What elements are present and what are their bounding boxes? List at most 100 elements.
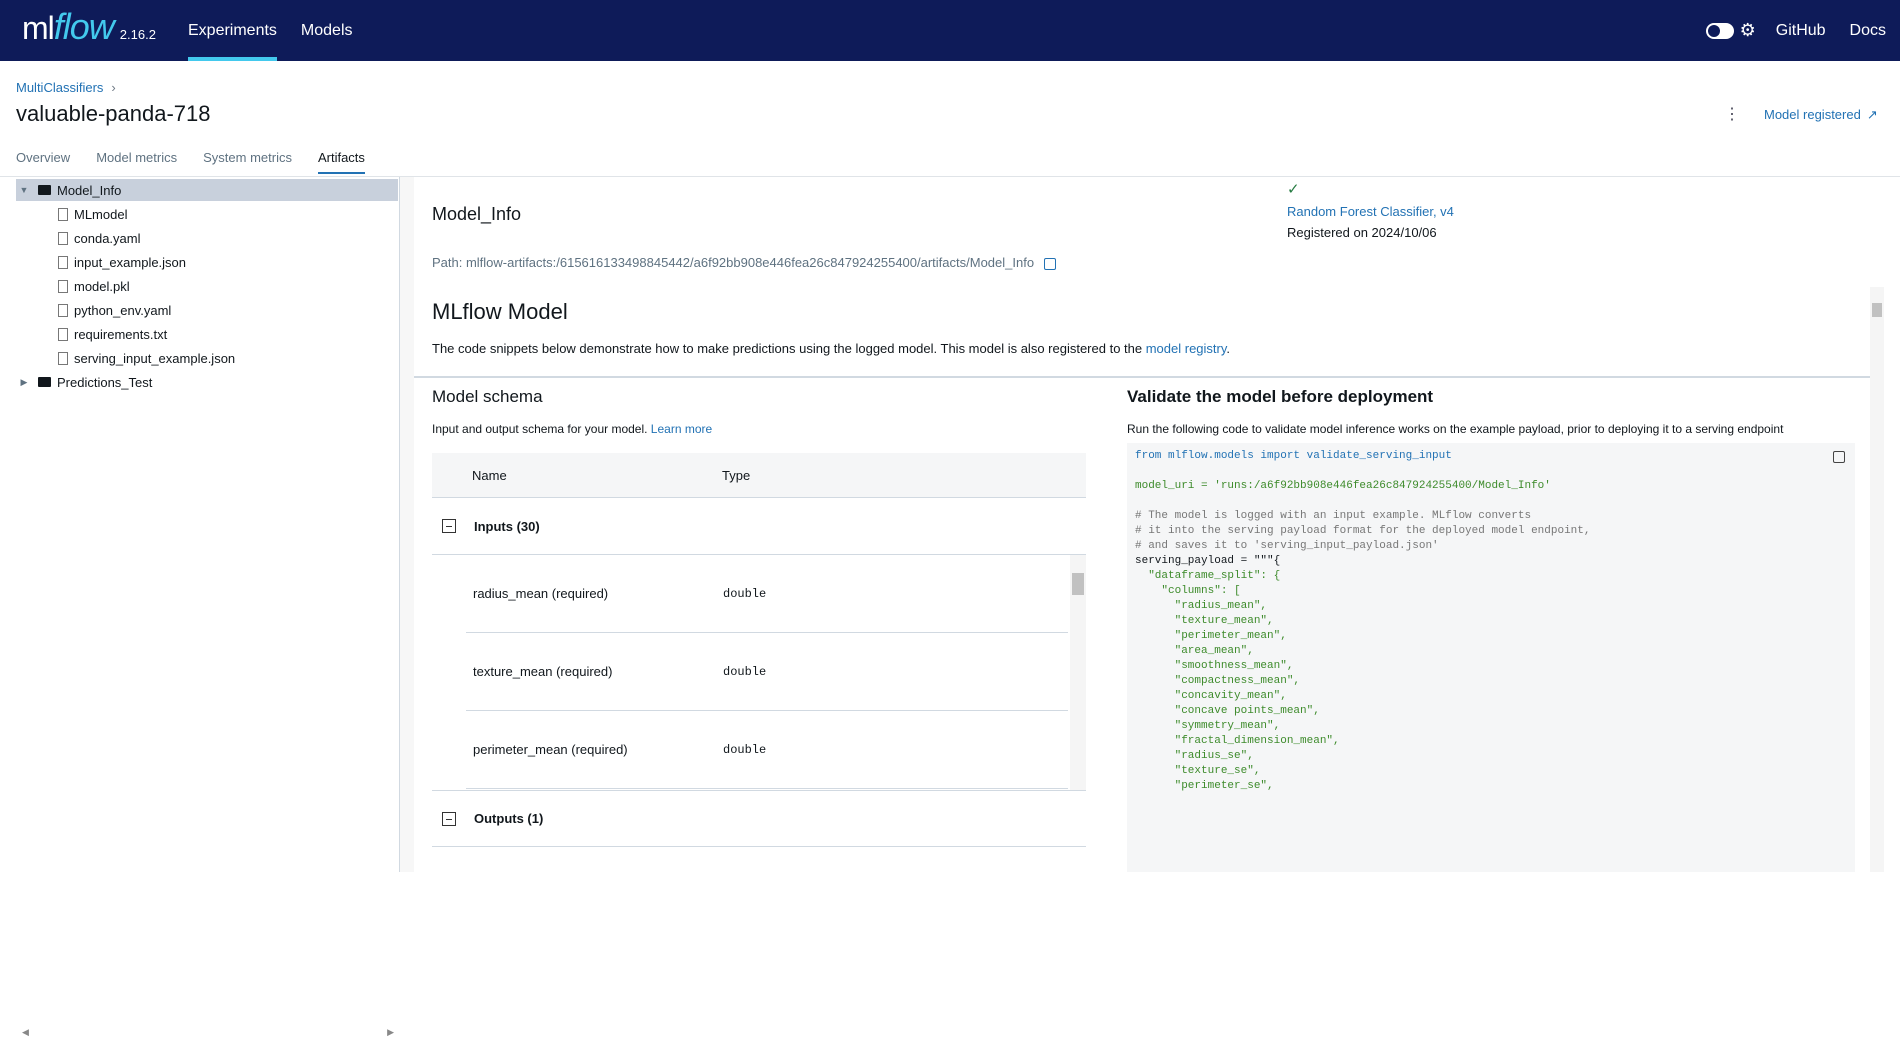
desc-text: The code snippets below demonstrate how … (432, 341, 1146, 356)
dark-mode-toggle[interactable] (1705, 22, 1734, 39)
code-line: "fractal_dimension_mean", (1135, 735, 1340, 747)
scrollbar-thumb[interactable] (1072, 573, 1084, 595)
mlflow-logo[interactable]: ml flow 2.16.2 (22, 6, 156, 48)
main-nav: Experiments Models (188, 0, 377, 61)
folder-icon (38, 185, 51, 195)
tab-system-metrics[interactable]: System metrics (203, 150, 292, 174)
code-line: "perimeter_se", (1135, 780, 1274, 792)
content-scrollbar[interactable] (1870, 287, 1884, 872)
artifact-title: Model_Info (432, 204, 522, 224)
learn-more-link[interactable]: Learn more (651, 422, 712, 436)
page-title: valuable-panda-718 (16, 101, 211, 126)
external-link-icon: ↗ (1866, 107, 1878, 122)
validate-heading: Validate the model before deployment (1127, 387, 1434, 406)
file-icon (58, 231, 68, 245)
inputs-group[interactable]: Inputs (30) (432, 498, 1086, 555)
input-name: perimeter_mean (required) (473, 742, 628, 757)
inputs-scrollbar[interactable] (1070, 555, 1086, 790)
registered-model-link[interactable]: Random Forest Classifier, v4 (1287, 204, 1454, 219)
folder-icon (38, 377, 51, 387)
collapse-icon[interactable] (442, 519, 456, 533)
artifact-view: Model_Info Path: mlflow-artifacts:/61561… (414, 177, 1900, 872)
tab-artifacts[interactable]: Artifacts (317, 150, 365, 174)
tree-folder-model-info[interactable]: ▼ Model_Info (16, 179, 398, 201)
code-line: "dataframe_split": { (1135, 570, 1281, 582)
file-icon (58, 279, 68, 293)
tree-label: conda.yaml (74, 230, 141, 246)
model-registered-link[interactable]: Model registered ↗ (1764, 107, 1878, 123)
caret-down-icon[interactable]: ▼ (16, 185, 32, 195)
tree-label: input_example.json (74, 254, 187, 270)
docs-link[interactable]: Docs (1850, 0, 1886, 61)
copy-icon[interactable] (1044, 257, 1057, 270)
tree-label: Predictions_Test (57, 374, 153, 390)
code-line: # The model is logged with an input exam… (1135, 510, 1532, 522)
mlflow-model-heading: MLflow Model (432, 299, 568, 324)
schema-table: Name Type Inputs (30) radius_mean (requi… (432, 453, 1086, 847)
tree-label: requirements.txt (74, 326, 168, 342)
code-line: "radius_se", (1135, 750, 1254, 762)
right-nav: ⚙ GitHub Docs (1705, 0, 1886, 61)
scrollbar-thumb[interactable] (1872, 303, 1882, 317)
mlflow-model-description: The code snippets below demonstrate how … (432, 341, 1230, 356)
logo-ml: ml (22, 10, 55, 46)
table-row: texture_mean (required) double (466, 633, 1068, 711)
more-vertical-icon[interactable]: ⋮ (1724, 104, 1740, 124)
model-schema-description: Input and output schema for your model. … (432, 422, 712, 436)
code-line: "concave points_mean", (1135, 705, 1320, 717)
table-row: radius_mean (required) double (466, 555, 1068, 633)
code-line: "texture_se", (1135, 765, 1261, 777)
tab-model-metrics[interactable]: Model metrics (96, 150, 177, 174)
copy-icon[interactable] (1833, 451, 1845, 463)
settings-gear-icon[interactable]: ⚙ (1740, 20, 1756, 41)
code-line: "concavity_mean", (1135, 690, 1287, 702)
code-snippet: from mlflow.models import validate_servi… (1127, 443, 1855, 872)
tree-folder-predictions-test[interactable]: ▶ Predictions_Test (16, 371, 153, 393)
input-type: double (723, 664, 767, 679)
model-registry-link[interactable]: model registry (1146, 341, 1227, 356)
tree-file[interactable]: model.pkl (58, 275, 130, 297)
tree-file[interactable]: serving_input_example.json (58, 347, 235, 369)
inputs-label: Inputs (30) (474, 518, 540, 534)
caret-right-icon[interactable]: ▶ (16, 377, 32, 388)
model-schema-heading: Model schema (432, 387, 543, 406)
schema-desc-text: Input and output schema for your model. (432, 422, 651, 436)
breadcrumb-experiment[interactable]: MultiClassifiers (16, 80, 103, 95)
validate-description: Run the following code to validate model… (1127, 422, 1784, 436)
code-line: "area_mean", (1135, 645, 1254, 657)
artifact-tree: ▼ Model_Info MLmodel conda.yaml input_exa… (0, 177, 400, 1037)
tree-label: MLmodel (74, 206, 128, 222)
tree-file[interactable]: python_env.yaml (58, 299, 171, 321)
tab-overview[interactable]: Overview (16, 150, 70, 174)
code-line: "smoothness_mean", (1135, 660, 1294, 672)
nav-models[interactable]: Models (301, 0, 353, 61)
nav-experiments[interactable]: Experiments (188, 0, 277, 61)
run-tabs: Overview Model metrics System metrics Ar… (16, 150, 391, 174)
table-row: perimeter_mean (required) double (466, 711, 1068, 789)
tree-file[interactable]: requirements.txt (58, 323, 167, 345)
tree-vertical-scrollbar[interactable] (400, 177, 414, 872)
inputs-list: radius_mean (required) double texture_mea… (432, 555, 1086, 791)
tree-label: Model_Info (57, 182, 122, 198)
code-line: # and saves it to 'serving_input_payload… (1135, 540, 1439, 552)
code-line: serving_payload = """{ (1135, 555, 1281, 567)
section-divider (414, 376, 1870, 378)
tree-label: serving_input_example.json (74, 350, 236, 366)
code-line: from mlflow.models import validate_servi… (1135, 450, 1452, 462)
collapse-icon[interactable] (442, 811, 456, 826)
input-name: texture_mean (required) (473, 664, 613, 679)
outputs-group[interactable]: Outputs (1) (432, 791, 1086, 847)
tree-file[interactable]: input_example.json (58, 251, 186, 273)
tree-horizontal-scrollbar[interactable]: ◀ ▶ (14, 1027, 394, 1043)
logo-flow: flow (53, 6, 115, 47)
schema-table-header: Name Type (432, 453, 1086, 498)
tree-file[interactable]: conda.yaml (58, 227, 140, 249)
model-registered-label: Model registered (1764, 107, 1861, 122)
file-icon (58, 207, 68, 221)
github-link[interactable]: GitHub (1776, 0, 1826, 61)
file-icon (58, 303, 68, 317)
tree-file[interactable]: MLmodel (58, 203, 127, 225)
code-line: # it into the serving payload format for… (1135, 525, 1591, 537)
